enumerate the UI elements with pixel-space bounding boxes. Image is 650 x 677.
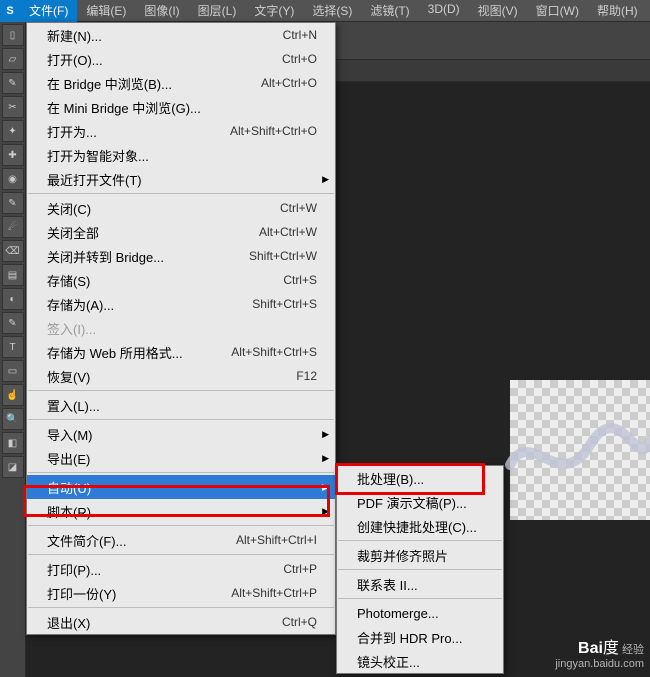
menu-bar: S 文件(F)编辑(E)图像(I)图层(L)文字(Y)选择(S)滤镜(T)3D(… bbox=[0, 0, 650, 22]
tool[interactable]: ☝ bbox=[2, 384, 24, 406]
menu-item[interactable]: 打印(P)...Ctrl+P bbox=[27, 557, 335, 581]
menu-图层(L)[interactable]: 图层(L) bbox=[189, 0, 246, 23]
submenu-item[interactable]: PDF 演示文稿(P)... bbox=[337, 490, 503, 514]
menu-滤镜(T)[interactable]: 滤镜(T) bbox=[361, 0, 418, 23]
menu-item[interactable]: 置入(L)... bbox=[27, 393, 335, 417]
submenu-arrow-icon: ▶ bbox=[322, 429, 329, 440]
tool[interactable]: ▯ bbox=[2, 24, 24, 46]
tool[interactable]: ☄ bbox=[2, 216, 24, 238]
tool[interactable]: ▤ bbox=[2, 264, 24, 286]
smoke-graphic bbox=[500, 415, 650, 495]
submenu-arrow-icon: ▶ bbox=[322, 482, 329, 493]
menu-item: 签入(I)... bbox=[27, 316, 335, 340]
menu-item[interactable]: 退出(X)Ctrl+Q bbox=[27, 610, 335, 634]
menu-item[interactable]: 最近打开文件(T)▶ bbox=[27, 167, 335, 191]
submenu-arrow-icon: ▶ bbox=[322, 174, 329, 185]
menu-item[interactable]: 存储(S)Ctrl+S bbox=[27, 268, 335, 292]
menu-item[interactable]: 打开(O)...Ctrl+O bbox=[27, 47, 335, 71]
submenu-item[interactable]: 镜头校正... bbox=[337, 649, 503, 673]
menu-帮助(H)[interactable]: 帮助(H) bbox=[588, 0, 647, 23]
menu-窗口(W)[interactable]: 窗口(W) bbox=[527, 0, 588, 23]
app-badge: S bbox=[0, 0, 20, 22]
auto-submenu: 批处理(B)...PDF 演示文稿(P)...创建快捷批处理(C)... 裁剪并修… bbox=[336, 465, 504, 674]
tool[interactable]: ✦ bbox=[2, 120, 24, 142]
menu-item[interactable]: 新建(N)...Ctrl+N bbox=[27, 23, 335, 47]
menu-编辑(E)[interactable]: 编辑(E) bbox=[77, 0, 135, 23]
menu-视图(V)[interactable]: 视图(V) bbox=[469, 0, 527, 23]
watermark: Bai度 经验 jingyan.baidu.com bbox=[555, 642, 644, 671]
menu-item[interactable]: 在 Mini Bridge 中浏览(G)... bbox=[27, 95, 335, 119]
menu-item[interactable]: 关闭全部Alt+Ctrl+W bbox=[27, 220, 335, 244]
menu-选择(S)[interactable]: 选择(S) bbox=[303, 0, 361, 23]
submenu-item[interactable]: 联系表 II... bbox=[337, 572, 503, 596]
submenu-item[interactable]: 裁剪并修齐照片 bbox=[337, 543, 503, 567]
menu-图像(I)[interactable]: 图像(I) bbox=[135, 0, 188, 23]
menu-item[interactable]: 导出(E)▶ bbox=[27, 446, 335, 470]
file-menu-dropdown: 新建(N)...Ctrl+N打开(O)...Ctrl+O在 Bridge 中浏览… bbox=[26, 22, 336, 635]
tool[interactable]: ✂ bbox=[2, 96, 24, 118]
menu-item[interactable]: 打开为...Alt+Shift+Ctrl+O bbox=[27, 119, 335, 143]
tool[interactable]: ▱ bbox=[2, 48, 24, 70]
menu-item[interactable]: 打开为智能对象... bbox=[27, 143, 335, 167]
submenu-arrow-icon: ▶ bbox=[322, 453, 329, 464]
submenu-item[interactable]: 合并到 HDR Pro... bbox=[337, 625, 503, 649]
tool[interactable]: ⌫ bbox=[2, 240, 24, 262]
menu-文件(F)[interactable]: 文件(F) bbox=[20, 0, 77, 23]
tool[interactable]: ▭ bbox=[2, 360, 24, 382]
menu-item[interactable]: 存储为 Web 所用格式...Alt+Shift+Ctrl+S bbox=[27, 340, 335, 364]
menu-item[interactable]: 打印一份(Y)Alt+Shift+Ctrl+P bbox=[27, 581, 335, 605]
tool[interactable]: ✎ bbox=[2, 192, 24, 214]
menu-3D(D)[interactable]: 3D(D) bbox=[419, 0, 469, 23]
menu-item[interactable]: 关闭(C)Ctrl+W bbox=[27, 196, 335, 220]
tool[interactable]: ◧ bbox=[2, 432, 24, 454]
menu-item[interactable]: 关闭并转到 Bridge...Shift+Ctrl+W bbox=[27, 244, 335, 268]
menu-文字(Y)[interactable]: 文字(Y) bbox=[245, 0, 303, 23]
menu-item[interactable]: 恢复(V)F12 bbox=[27, 364, 335, 388]
submenu-item[interactable]: 创建快捷批处理(C)... bbox=[337, 514, 503, 538]
submenu-item[interactable]: 批处理(B)... bbox=[337, 466, 503, 490]
tool[interactable]: T bbox=[2, 336, 24, 358]
menu-item[interactable]: 在 Bridge 中浏览(B)...Alt+Ctrl+O bbox=[27, 71, 335, 95]
tool[interactable]: ✎ bbox=[2, 72, 24, 94]
submenu-item[interactable]: Photomerge... bbox=[337, 601, 503, 625]
menu-item[interactable]: 存储为(A)...Shift+Ctrl+S bbox=[27, 292, 335, 316]
toolbox: ▯ ▱ ✎ ✂ ✦ ✚ ◉ ✎ ☄ ⌫ ▤ ◐ ✎ T ▭ ☝ 🔍 ◧ ◪ bbox=[0, 22, 26, 677]
menu-item[interactable]: 自动(U)▶ bbox=[27, 475, 335, 499]
tool[interactable]: ◪ bbox=[2, 456, 24, 478]
menu-item[interactable]: 导入(M)▶ bbox=[27, 422, 335, 446]
tool[interactable]: ◉ bbox=[2, 168, 24, 190]
submenu-arrow-icon: ▶ bbox=[322, 506, 329, 517]
tool[interactable]: 🔍 bbox=[2, 408, 24, 430]
menu-item[interactable]: 脚本(R)▶ bbox=[27, 499, 335, 523]
tool[interactable]: ✎ bbox=[2, 312, 24, 334]
tool[interactable]: ✚ bbox=[2, 144, 24, 166]
tool[interactable]: ◐ bbox=[2, 288, 24, 310]
menu-item[interactable]: 文件简介(F)...Alt+Shift+Ctrl+I bbox=[27, 528, 335, 552]
